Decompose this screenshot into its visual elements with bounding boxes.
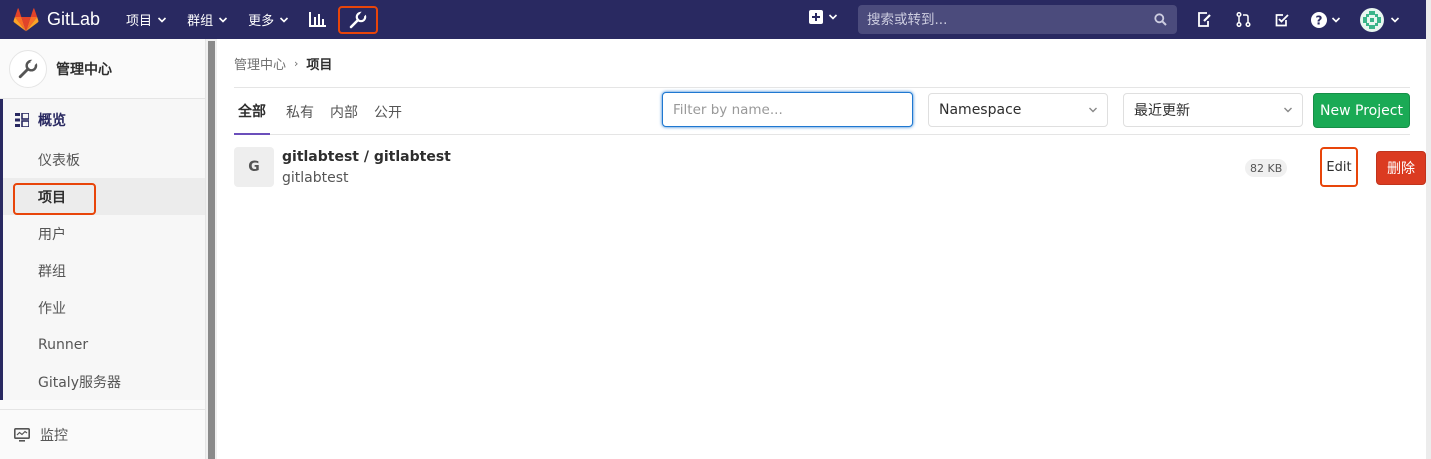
- chevron-down-icon: [1390, 16, 1400, 23]
- sidebar-context-title: 管理中心: [56, 61, 112, 78]
- bar-chart-icon: [309, 12, 327, 27]
- breadcrumb-root-link[interactable]: 管理中心: [234, 54, 286, 73]
- tab-label: 私有: [286, 104, 314, 121]
- nav-groups-label: 群组: [187, 14, 214, 29]
- wrench-icon: [349, 10, 368, 28]
- sort-dropdown-value: 最近更新: [1134, 103, 1190, 119]
- sidebar-section-title: 概览: [38, 113, 66, 129]
- breadcrumb-current[interactable]: 项目: [306, 54, 332, 73]
- sidebar-item-runners[interactable]: Runner: [3, 326, 205, 363]
- namespace-dropdown[interactable]: Namespace: [928, 93, 1108, 127]
- merge-request-icon: [1235, 12, 1251, 27]
- user-avatar-icon: [1360, 7, 1384, 32]
- todos-button[interactable]: [1273, 13, 1291, 27]
- sidebar-scrollbar[interactable]: [206, 39, 217, 459]
- filter-by-name-input[interactable]: [662, 92, 913, 127]
- sidebar-item-label: 作业: [38, 300, 66, 317]
- main-content: 管理中心 › 项目 全部 私有 内部 公开 Namespace 最近更新 New…: [218, 39, 1426, 459]
- chevron-down-icon: [828, 14, 838, 20]
- new-project-button[interactable]: New Project: [1313, 93, 1410, 128]
- sidebar-item-label: Runner: [38, 336, 89, 353]
- chevron-down-icon: [280, 16, 289, 23]
- wrench-icon: [18, 58, 38, 78]
- global-search[interactable]: [858, 5, 1177, 34]
- chevron-down-icon: [157, 16, 167, 23]
- sidebar-item-monitoring[interactable]: 监控: [0, 409, 206, 459]
- tab-label: 全部: [238, 103, 266, 120]
- nav-projects-dropdown[interactable]: 项目: [126, 10, 167, 29]
- sidebar-item-groups[interactable]: 群组: [3, 252, 205, 289]
- sidebar-item-label: 仪表板: [38, 152, 80, 169]
- todos-area: ?: [1195, 0, 1400, 39]
- tab-private[interactable]: 私有: [286, 88, 314, 135]
- scrollbar-thumb[interactable]: [208, 41, 215, 459]
- chevron-down-icon: [1331, 16, 1341, 23]
- project-description: gitlabtest: [282, 170, 349, 186]
- tab-label: 内部: [330, 104, 358, 121]
- sidebar-item-dashboard[interactable]: 仪表板: [3, 141, 205, 178]
- search-icon: [1154, 13, 1167, 26]
- chevron-down-icon: [219, 16, 228, 23]
- snippet-button[interactable]: [1195, 12, 1213, 27]
- projects-highlight-box: [13, 183, 96, 215]
- sort-dropdown[interactable]: 最近更新: [1123, 93, 1303, 127]
- admin-avatar: [9, 49, 47, 88]
- nav-more-dropdown[interactable]: 更多: [248, 10, 289, 29]
- nav-groups-dropdown[interactable]: 群组: [187, 10, 228, 29]
- project-avatar[interactable]: G: [234, 147, 274, 187]
- merge-requests-button[interactable]: [1234, 12, 1252, 27]
- nav-projects-label: 项目: [126, 14, 153, 29]
- breadcrumb: 管理中心 › 项目: [234, 54, 332, 73]
- tab-internal[interactable]: 内部: [330, 88, 358, 135]
- admin-area-button[interactable]: [338, 5, 379, 34]
- todo-check-icon: [1275, 13, 1289, 26]
- new-dropdown-button[interactable]: [809, 10, 838, 24]
- gitlab-tanuki-icon: [13, 7, 39, 31]
- tab-label: 公开: [374, 104, 402, 121]
- page-right-edge: [1426, 0, 1431, 459]
- plus-square-icon: [809, 10, 823, 24]
- user-menu-dropdown[interactable]: [1360, 7, 1400, 32]
- chevron-down-icon: [1089, 107, 1097, 113]
- monitor-icon: [14, 427, 30, 442]
- gitlab-logo[interactable]: GitLab: [13, 7, 101, 32]
- sidebar-item-label: Gitaly服务器: [38, 374, 121, 391]
- document-edit-icon: [1197, 12, 1211, 27]
- help-dropdown[interactable]: ?: [1311, 11, 1341, 28]
- help-question-icon: ?: [1311, 11, 1327, 28]
- sidebar-item-jobs[interactable]: 作业: [3, 289, 205, 326]
- sidebar-item-overview[interactable]: 概览: [3, 99, 205, 141]
- edit-project-button[interactable]: Edit: [1320, 147, 1358, 187]
- sidebar-item-gitaly-servers[interactable]: Gitaly服务器: [3, 363, 205, 400]
- search-input[interactable]: [867, 11, 1147, 28]
- namespace-dropdown-value: Namespace: [939, 102, 1022, 118]
- sidebar-item-label: 监控: [40, 427, 68, 444]
- project-name-link[interactable]: gitlabtest / gitlabtest: [282, 149, 451, 165]
- project-size-badge: 82 KB: [1245, 159, 1288, 177]
- sidebar-item-users[interactable]: 用户: [3, 215, 205, 252]
- breadcrumb-chevron-icon: ›: [294, 57, 299, 70]
- chevron-down-icon: [1284, 107, 1292, 113]
- project-row: G gitlabtest / gitlabtest gitlabtest 82 …: [234, 135, 1426, 197]
- sidebar-item-label: 用户: [38, 226, 66, 243]
- activity-chart-button[interactable]: [309, 12, 327, 27]
- sidebar-context-header[interactable]: 管理中心: [0, 39, 205, 99]
- admin-sidebar: 管理中心 概览 仪表板 项目 用户 群组 作业 Runner Gitaly服务器: [0, 39, 206, 459]
- delete-project-button[interactable]: 删除: [1376, 151, 1426, 185]
- tab-all[interactable]: 全部: [234, 88, 270, 135]
- sidebar-item-label: 群组: [38, 263, 66, 280]
- overview-grid-icon: [15, 113, 29, 127]
- brand-name: GitLab: [47, 9, 101, 29]
- tab-public[interactable]: 公开: [374, 88, 402, 135]
- top-navbar: GitLab 项目 群组 更多 搜索或转到... ?: [0, 0, 1426, 39]
- svg-text:?: ?: [1316, 13, 1323, 27]
- sidebar-section-overview: 概览 仪表板 项目 用户 群组 作业 Runner Gitaly服务器: [0, 99, 205, 400]
- nav-more-label: 更多: [248, 14, 275, 29]
